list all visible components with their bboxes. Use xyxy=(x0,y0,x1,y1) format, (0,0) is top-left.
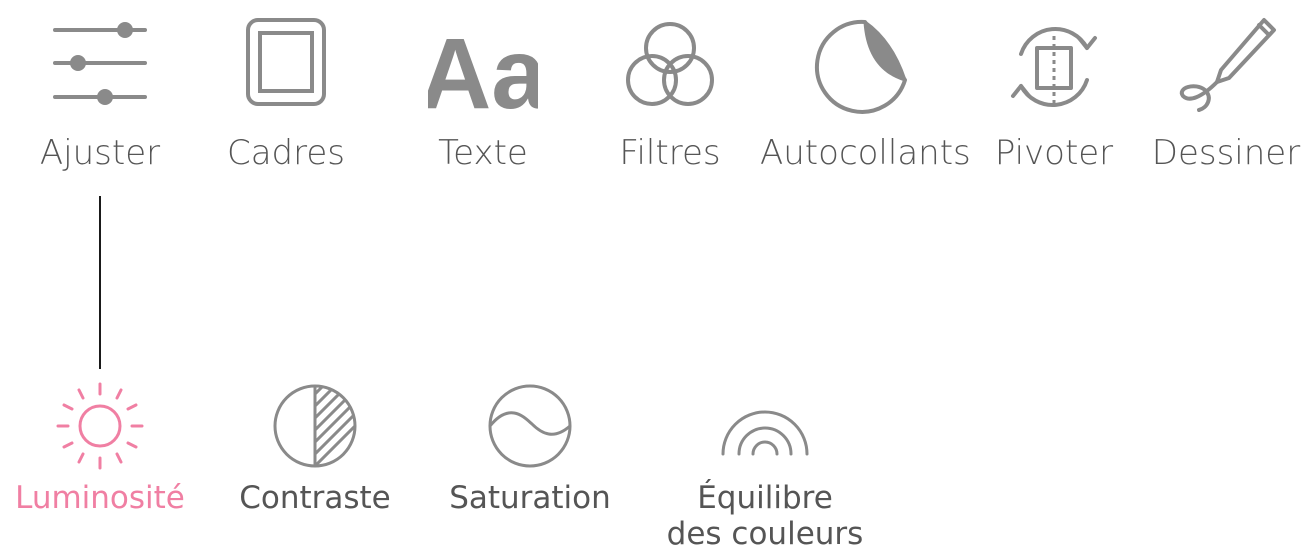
contrast-icon xyxy=(265,376,365,476)
tool-ajuster[interactable]: Ajuster xyxy=(40,0,160,200)
tool-label: Pivoter xyxy=(994,133,1114,173)
adjust-label: Luminosité xyxy=(15,480,185,516)
frame-icon xyxy=(231,12,341,122)
adjust-label-line1: Équilibre xyxy=(697,480,833,516)
tool-texte[interactable]: Aa Texte xyxy=(424,0,542,200)
sticker-icon xyxy=(805,12,915,122)
tool-label: Dessiner xyxy=(1151,133,1301,173)
filters-icon xyxy=(615,12,725,122)
sliders-icon xyxy=(45,12,155,122)
adjust-saturation[interactable]: Saturation xyxy=(449,370,611,557)
svg-text:Aa: Aa xyxy=(428,18,538,122)
adjust-contraste[interactable]: Contraste xyxy=(239,370,391,557)
tool-filtres[interactable]: Filtres xyxy=(610,0,730,200)
pen-icon xyxy=(1171,12,1281,122)
adjust-equilibre-couleurs[interactable]: Équilibre des couleurs xyxy=(667,370,863,557)
tool-autocollants[interactable]: Autocollants xyxy=(760,0,971,200)
text-icon: Aa xyxy=(428,12,538,122)
brightness-icon xyxy=(50,376,150,476)
submenu-connector xyxy=(99,196,101,369)
saturation-icon xyxy=(480,376,580,476)
tool-dessiner[interactable]: Dessiner xyxy=(1152,0,1300,200)
adjust-luminosite[interactable]: Luminosité xyxy=(15,370,185,557)
color-balance-icon xyxy=(715,376,815,476)
tool-label: Cadres xyxy=(226,133,346,173)
adjust-label: Saturation xyxy=(449,480,611,516)
tool-label: Texte xyxy=(438,133,528,173)
tool-cadres[interactable]: Cadres xyxy=(227,0,345,200)
tool-label: Filtres xyxy=(619,133,721,173)
adjust-label: Contraste xyxy=(239,480,391,516)
rotate-icon xyxy=(999,12,1109,122)
tool-label: Ajuster xyxy=(39,133,161,173)
tool-pivoter[interactable]: Pivoter xyxy=(994,0,1114,200)
adjust-label-line2: des couleurs xyxy=(666,516,864,552)
tool-label: Autocollants xyxy=(760,133,971,173)
